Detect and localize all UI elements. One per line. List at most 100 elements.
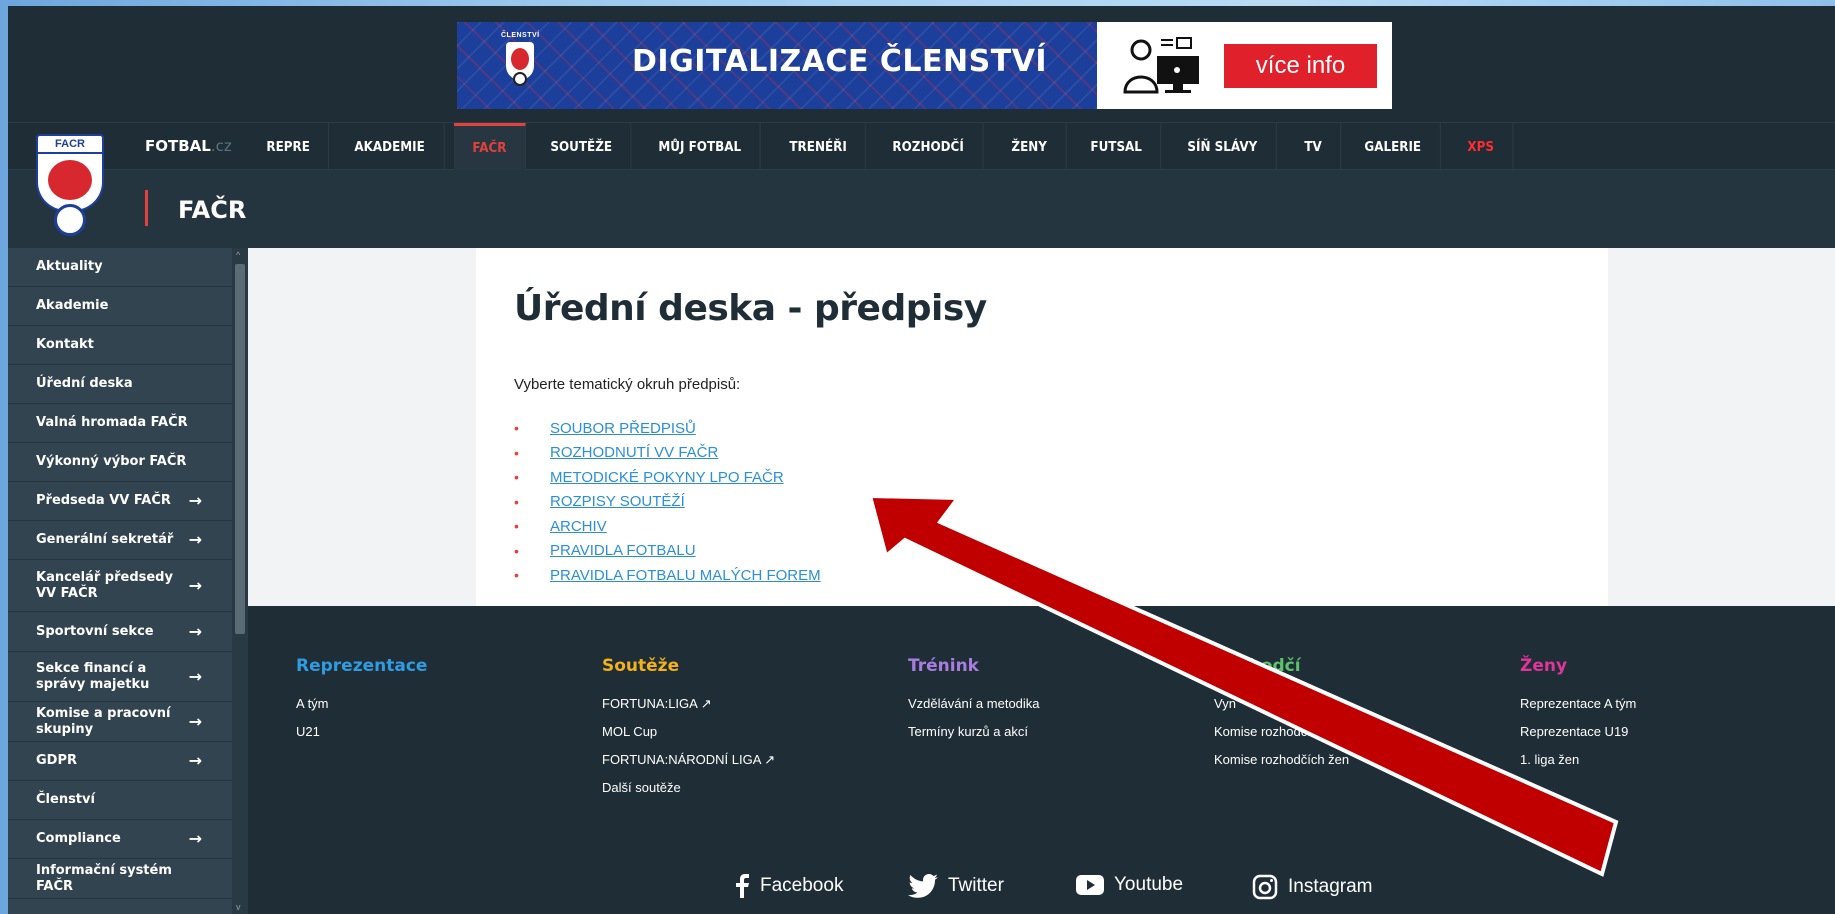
sidebar-item-kontakt[interactable]: Kontakt <box>8 326 232 365</box>
nav-item-muj-fotbal[interactable]: MŮJ FOTBAL <box>640 123 761 171</box>
nav-item-souteze[interactable]: SOUTĚŽE <box>532 123 632 171</box>
sidebar-item-clenstvi[interactable]: Členství <box>8 781 232 820</box>
sidebar-item-uredni-deska[interactable]: Úřední deska <box>8 365 232 404</box>
list-item: • ROZPISY SOUTĚŽÍ <box>514 490 821 515</box>
link-archiv[interactable]: ARCHIV <box>550 518 607 535</box>
sidebar-item-label: Sekce financí a správy majetku <box>36 660 150 692</box>
nav-list: REPRE AKADEMIE FAČR SOUTĚŽE MŮJ FOTBAL T… <box>248 123 1519 171</box>
footer-link[interactable]: Komise rozhodčích <box>1214 718 1349 746</box>
nav-item-xps[interactable]: XPS <box>1449 123 1514 171</box>
sidebar-item-komise[interactable]: Komise a pracovní skupiny → <box>8 702 232 742</box>
sidebar-item-label: Kontakt <box>36 337 94 352</box>
sidebar-item-valna-hromada[interactable]: Valná hromada FAČR <box>8 404 232 443</box>
footer-link[interactable]: Reprezentace A tým <box>1520 690 1636 718</box>
list-item: • ARCHIV <box>514 514 821 539</box>
footer-heading[interactable]: Ženy <box>1520 656 1636 676</box>
intro-text: Vyberte tematický okruh předpisů: <box>514 376 741 393</box>
footer-heading[interactable]: Trénink <box>908 656 1040 676</box>
youtube-icon <box>1076 875 1104 895</box>
sidebar-item-akademie[interactable]: Akademie <box>8 287 232 326</box>
brand-main: FOTBAL <box>145 137 211 155</box>
link-soubor-predpisu[interactable]: SOUBOR PŘEDPISŮ <box>550 420 696 437</box>
sidebar-item-gdpr[interactable]: GDPR → <box>8 742 232 781</box>
sidebar-item-sekce-financi[interactable]: Sekce financí a správy majetku → <box>8 652 232 702</box>
membership-ad[interactable]: ČLENSTVÍ DIGITALIZACE ČLENSTVÍ více info <box>457 22 1392 109</box>
sidebar-item-label: Generální sekretář <box>36 532 174 547</box>
nav-item-tv[interactable]: TV <box>1286 123 1342 171</box>
footer-link[interactable]: FORTUNA:LIGA ↗ <box>602 690 775 718</box>
footer-link[interactable]: Termíny kurzů a akcí <box>908 718 1040 746</box>
footer-heading[interactable]: Soutěže <box>602 656 775 676</box>
footer-column-reprezentace: Reprezentace A tým U21 <box>296 656 427 746</box>
footer-link[interactable]: Vyn <box>1214 690 1349 718</box>
scroll-down-icon[interactable]: v <box>236 902 241 912</box>
scrollbar-thumb[interactable] <box>235 264 245 634</box>
sidebar-scrollbar[interactable]: ^ v <box>232 248 248 914</box>
nav-item-futsal[interactable]: FUTSAL <box>1072 123 1162 171</box>
sidebar-item-aktuality[interactable]: Aktuality <box>8 248 232 287</box>
link-rozpisy-soutezi[interactable]: ROZPISY SOUTĚŽÍ <box>550 493 685 510</box>
more-info-button[interactable]: více info <box>1224 44 1377 88</box>
sidebar-item-vykonny-vybor[interactable]: Výkonný výbor FAČR <box>8 443 232 482</box>
arrow-right-icon: → <box>188 491 202 510</box>
nav-item-galerie[interactable]: GALERIE <box>1346 123 1441 171</box>
sidebar-item-compliance[interactable]: Compliance → <box>8 820 232 859</box>
link-metodicke-pokyny[interactable]: METODICKÉ POKYNY LPO FAČR <box>550 469 784 486</box>
bullet-icon: • <box>514 420 519 437</box>
logo-text: FACR <box>36 134 104 154</box>
nav-item-repre[interactable]: REPRE <box>248 123 330 171</box>
nav-item-akademie[interactable]: AKADEMIE <box>336 123 445 171</box>
ad-title: DIGITALIZACE ČLENSTVÍ <box>632 44 1048 79</box>
sidebar-item-label: GDPR <box>36 753 77 768</box>
scroll-up-icon[interactable]: ^ <box>236 250 240 260</box>
social-label: Instagram <box>1288 876 1373 897</box>
footer-link[interactable]: MOL Cup <box>602 718 775 746</box>
sidebar-item-informacni-system[interactable]: Informační systém FAČR <box>8 859 232 899</box>
footer-link[interactable]: Další soutěže <box>602 774 775 802</box>
nav-item-rozhodci[interactable]: ROZHODČÍ <box>874 123 984 171</box>
sidebar-item-label: Členství <box>36 792 95 807</box>
sidebar-item-sportovni-sekce[interactable]: Sportovní sekce → <box>8 612 232 652</box>
link-pravidla-fotbalu[interactable]: PRAVIDLA FOTBALU <box>550 542 696 559</box>
arrow-right-icon: → <box>188 621 202 641</box>
footer-link[interactable]: A tým <box>296 690 427 718</box>
computer-user-icon <box>1123 37 1199 94</box>
sidebar-item-label: Komise a pracovní skupiny <box>36 705 171 737</box>
social-facebook[interactable]: Facebook <box>734 874 843 898</box>
facr-logo-icon[interactable]: FACR <box>36 134 104 238</box>
footer-column-zeny: Ženy Reprezentace A tým Reprezentace U19… <box>1520 656 1636 774</box>
section-header <box>8 170 1835 248</box>
footer-heading[interactable]: Rozhodčí <box>1214 656 1349 676</box>
footer-link[interactable]: 1. liga žen <box>1520 746 1636 774</box>
sidebar-item-label: Předseda VV FAČR <box>36 493 171 508</box>
link-rozhodnuti-vv[interactable]: ROZHODNUTÍ VV FAČR <box>550 444 718 461</box>
nav-item-treneri[interactable]: TRENÉŘI <box>771 123 866 171</box>
sidebar-item-generalni-sekretar[interactable]: Generální sekretář → <box>8 521 232 560</box>
sidebar-item-predseda[interactable]: Předseda VV FAČR → <box>8 482 232 521</box>
nav-item-facr[interactable]: FAČR <box>453 123 526 171</box>
bullet-icon: • <box>514 444 519 461</box>
social-instagram[interactable]: Instagram <box>1252 874 1372 900</box>
sidebar-item-kancelar[interactable]: Kancelář předsedy VV FAČR → <box>8 560 232 612</box>
footer-link[interactable]: FORTUNA:NÁRODNÍ LIGA ↗ <box>602 746 775 774</box>
bullet-icon: • <box>514 542 519 559</box>
ad-logo-caption: ČLENSTVÍ <box>501 32 540 39</box>
main-navigation: FOTBAL.cz REPRE AKADEMIE FAČR SOUTĚŽE MŮ… <box>8 122 1835 171</box>
footer: Reprezentace A tým U21 Soutěže FORTUNA:L… <box>248 606 1835 914</box>
sidebar-item-label: Kancelář předsedy VV FAČR <box>36 569 173 601</box>
link-pravidla-malych-forem[interactable]: PRAVIDLA FOTBALU MALÝCH FOREM <box>550 567 821 584</box>
site-brand[interactable]: FOTBAL.cz <box>145 137 232 155</box>
arrow-right-icon: → <box>188 751 202 770</box>
footer-link[interactable]: U21 <box>296 718 427 746</box>
social-twitter[interactable]: Twitter <box>908 874 1004 898</box>
footer-link[interactable]: Komise rozhodčích žen <box>1214 746 1349 774</box>
nav-item-zeny[interactable]: ŽENY <box>993 123 1067 171</box>
footer-heading[interactable]: Reprezentace <box>296 656 427 676</box>
footer-link[interactable]: Reprezentace U19 <box>1520 718 1636 746</box>
nav-item-sin-slavy[interactable]: SÍŇ SLÁVY <box>1169 123 1277 171</box>
footer-link[interactable]: Vzdělávání a metodika <box>908 690 1040 718</box>
list-item: • PRAVIDLA FOTBALU MALÝCH FOREM <box>514 563 821 588</box>
social-youtube[interactable]: Youtube <box>1076 874 1183 896</box>
sidebar: Aktuality Akademie Kontakt Úřední deska … <box>8 248 232 914</box>
sidebar-item-label: Informační systém FAČR <box>36 862 172 894</box>
